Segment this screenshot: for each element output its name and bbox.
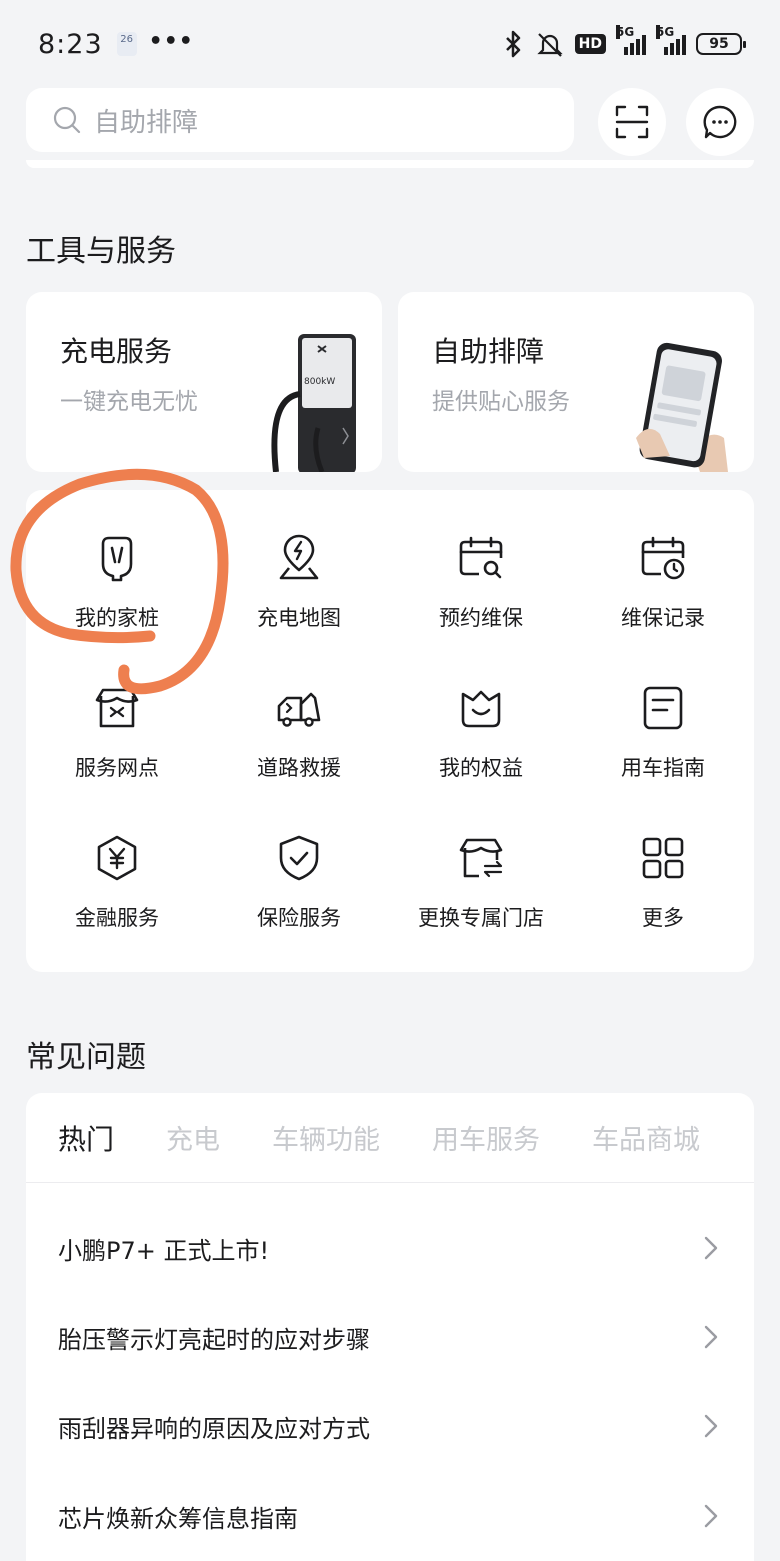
self-diagnosis-title: 自助排障 (432, 335, 545, 368)
chevron-right-icon (704, 1414, 718, 1438)
tools-section-title: 工具与服务 (26, 234, 176, 269)
more-notifications-icon: ••• (148, 28, 194, 54)
network-5g-label: 5G (616, 25, 635, 39)
faq-question: 雨刮器异响的原因及应对方式 (58, 1414, 370, 1443)
faq-section-title: 常见问题 (26, 1040, 146, 1075)
network-5g-label-2: 5G (656, 25, 675, 39)
check-shield-icon (279, 835, 319, 881)
grid-item-home-charger[interactable]: 我的家桩 (26, 490, 208, 640)
calendar-search-icon (459, 536, 503, 579)
grid-label-home-charger: 我的家桩 (75, 606, 159, 630)
grid-item-charging-map[interactable]: 充电地图 (208, 490, 390, 640)
chevron-right-icon (704, 1504, 718, 1528)
tab-hot[interactable]: 热门 (58, 1118, 114, 1158)
mute-bell-icon (537, 33, 563, 57)
benefits-basket-icon (461, 690, 501, 728)
home-charger-icon (101, 536, 133, 582)
scan-button[interactable] (598, 88, 666, 156)
charging-service-subtitle: 一键充电无忧 (60, 389, 198, 415)
self-diagnosis-card[interactable]: 自助排障 提供贴心服务 (398, 292, 754, 472)
charging-map-icon (279, 534, 319, 580)
battery-level: 95 (709, 36, 729, 52)
guide-document-icon (643, 686, 683, 730)
grid-item-book-maintenance[interactable]: 预约维保 (390, 490, 572, 640)
chevron-right-icon (704, 1236, 718, 1260)
grid-item-more[interactable]: 更多 (572, 790, 754, 940)
phone-in-hand-image (636, 342, 728, 472)
charger-image: 800kW (271, 334, 356, 472)
grid-item-insurance[interactable]: 保险服务 (208, 790, 390, 940)
service-store-icon (95, 688, 139, 728)
faq-item[interactable]: 芯片焕新众筹信息指南 (26, 1471, 754, 1561)
grid-label-insurance: 保险服务 (257, 906, 341, 930)
grid-label-maintenance-records: 维保记录 (621, 606, 705, 630)
battery-icon: 95 (696, 33, 746, 55)
yuan-shield-icon (97, 835, 137, 881)
grid-more-icon (642, 837, 684, 879)
search-icon (53, 106, 81, 134)
store-switch-icon (459, 838, 503, 878)
grid-label-my-benefits: 我的权益 (439, 756, 523, 780)
search-placeholder: 自助排障 (94, 107, 199, 138)
grid-label-more: 更多 (642, 906, 684, 930)
search-row: 自助排障 (26, 88, 754, 156)
calendar-clock-icon (641, 536, 685, 580)
signal-1-icon: 5G (616, 25, 646, 55)
grid-label-service-outlets: 服务网点 (75, 756, 159, 780)
tab-car-mall[interactable]: 车品商城 (592, 1118, 700, 1157)
grid-label-car-guide: 用车指南 (621, 756, 705, 780)
faq-panel: 热门 充电 车辆功能 用车服务 车品商城 小鹏P7+ 正式上市! 胎压警示灯亮起… (26, 1093, 754, 1561)
faq-item[interactable]: 雨刮器异响的原因及应对方式 (26, 1381, 754, 1471)
chat-bubble-icon (703, 105, 737, 139)
status-bar: 8:23 26 ••• HD 5G 5G 95 (0, 0, 780, 88)
faq-question: 小鹏P7+ 正式上市! (58, 1236, 270, 1265)
bluetooth-icon (505, 30, 520, 58)
faq-item[interactable]: 小鹏P7+ 正式上市! (26, 1203, 754, 1293)
grid-label-charging-map: 充电地图 (257, 606, 341, 630)
message-button[interactable] (686, 88, 754, 156)
scan-icon (615, 105, 649, 139)
status-time: 8:23 (38, 28, 103, 60)
chevron-right-icon (704, 1325, 718, 1349)
self-diagnosis-subtitle: 提供贴心服务 (432, 389, 570, 415)
grid-item-finance[interactable]: 金融服务 (26, 790, 208, 940)
tab-car-services[interactable]: 用车服务 (432, 1118, 540, 1157)
faq-tabs: 热门 充电 车辆功能 用车服务 车品商城 (26, 1093, 754, 1183)
grid-item-change-store[interactable]: 更换专属门店 (390, 790, 572, 940)
grid-item-service-outlets[interactable]: 服务网点 (26, 640, 208, 790)
grid-label-finance: 金融服务 (75, 906, 159, 930)
faq-item[interactable]: 胎压警示灯亮起时的应对步骤 (26, 1292, 754, 1382)
charging-service-card[interactable]: 充电服务 一键充电无忧 800kW (26, 292, 382, 472)
signal-2-icon: 5G (656, 25, 686, 55)
charging-service-title: 充电服务 (60, 335, 173, 368)
banner-edge (26, 160, 754, 168)
grid-label-road-rescue: 道路救援 (257, 756, 341, 780)
tools-grid: 我的家桩 充电地图 预约维保 维保记录 服务网点 道路救援 我的权益 用车指南 … (26, 490, 754, 972)
tow-truck-icon (277, 692, 321, 727)
grid-item-maintenance-records[interactable]: 维保记录 (572, 490, 754, 640)
grid-item-car-guide[interactable]: 用车指南 (572, 640, 754, 790)
grid-item-my-benefits[interactable]: 我的权益 (390, 640, 572, 790)
grid-label-change-store: 更换专属门店 (418, 906, 544, 930)
grid-label-book-maintenance: 预约维保 (439, 606, 523, 630)
tab-vehicle-functions[interactable]: 车辆功能 (272, 1118, 380, 1157)
charger-power-label: 800kW (304, 377, 335, 387)
grid-item-road-rescue[interactable]: 道路救援 (208, 640, 390, 790)
faq-question: 胎压警示灯亮起时的应对步骤 (58, 1325, 370, 1354)
faq-question: 芯片焕新众筹信息指南 (58, 1504, 298, 1533)
tab-charging[interactable]: 充电 (166, 1118, 220, 1157)
calendar-badge-icon: 26 (116, 32, 137, 56)
search-input[interactable]: 自助排障 (26, 88, 574, 152)
hd-voice-icon: HD (574, 34, 606, 54)
